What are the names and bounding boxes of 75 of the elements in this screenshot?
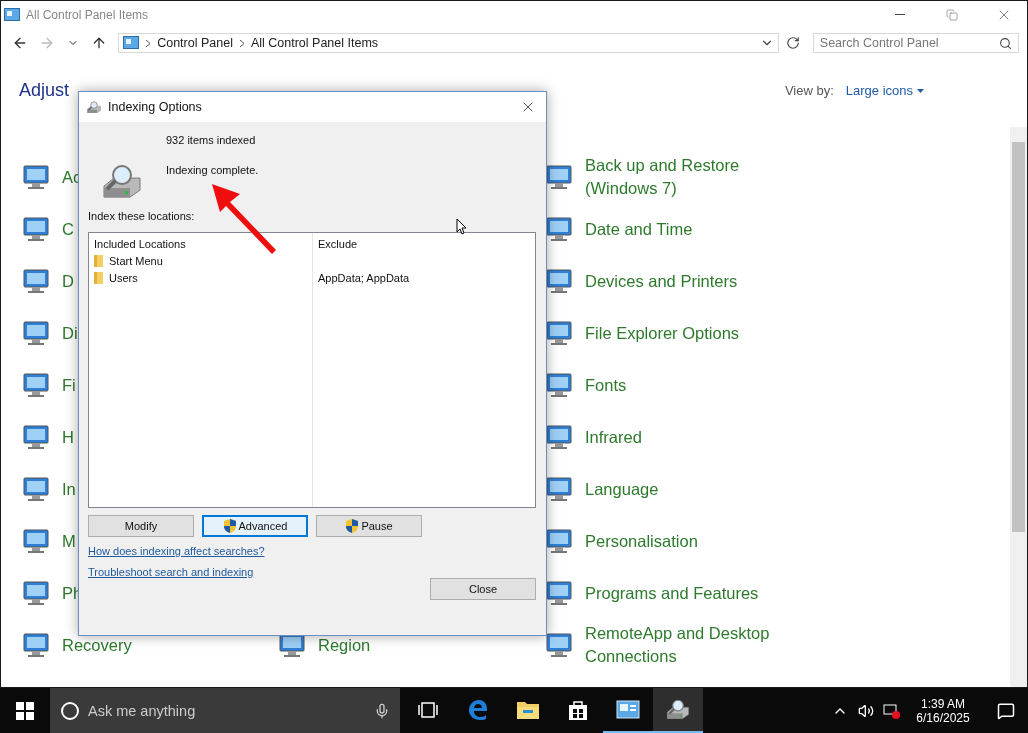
caret-icon	[917, 88, 924, 93]
folder-icon	[94, 272, 103, 284]
applet-link[interactable]: Date and Time	[585, 217, 693, 241]
task-view-icon	[418, 701, 438, 718]
applet-link[interactable]: Di	[62, 321, 78, 345]
minimize-icon	[895, 14, 905, 15]
help-link[interactable]: How does indexing affect searches?	[88, 545, 265, 557]
taskbar-search-field[interactable]: Ask me anything	[50, 688, 400, 733]
dialog-button[interactable]: Advanced	[202, 515, 308, 537]
column-header: Included Locations	[94, 238, 187, 250]
applet-link[interactable]: H	[62, 425, 74, 449]
shield-icon	[222, 518, 237, 534]
help-link[interactable]: Troubleshoot search and indexing	[88, 566, 254, 578]
window-title: All Control Panel Items	[26, 7, 150, 22]
volume-button[interactable]	[856, 702, 876, 719]
breadcrumb[interactable]: Control Panel	[157, 36, 233, 50]
column-header: Exclude	[318, 238, 359, 250]
close-dialog-button[interactable]: Close	[430, 578, 536, 600]
applet-link[interactable]: Region	[318, 633, 371, 657]
applet-link[interactable]: In	[62, 477, 76, 501]
applet-link[interactable]: Language	[585, 477, 659, 501]
view-by-dropdown[interactable]: Large icons	[845, 83, 924, 98]
control-panel-icon	[616, 699, 640, 720]
address-bar[interactable]: Control Panel All Control Panel Items	[118, 33, 779, 53]
applet-link[interactable]: Infrared	[585, 425, 642, 449]
applet-link[interactable]: D	[62, 269, 74, 293]
excluded-folders: AppData; AppData	[318, 272, 410, 284]
chevron-right-icon	[145, 38, 152, 48]
dialog-button[interactable]: Modify	[88, 515, 194, 537]
network-error-icon	[883, 702, 901, 719]
applet-link[interactable]: Fi	[62, 373, 76, 397]
folder-icon	[94, 255, 103, 267]
restore-icon	[946, 8, 958, 21]
applet-link[interactable]: Devices and Printers	[585, 269, 738, 293]
search-icon	[999, 36, 1012, 50]
shopping-bag-icon	[568, 698, 588, 721]
shield-icon	[345, 518, 360, 534]
applet-link[interactable]: M	[62, 529, 76, 553]
drive-magnifier-icon	[86, 100, 102, 114]
drive-magnifier-icon	[665, 699, 691, 720]
applet-link[interactable]: Recovery	[62, 633, 132, 657]
applet-link[interactable]: Personalisation	[585, 529, 698, 553]
locations-label: Index these locations:	[88, 210, 196, 222]
applet-link[interactable]: Programs and Features	[585, 581, 759, 605]
applet-link[interactable]: Fonts	[585, 373, 627, 397]
applet-link[interactable]: File Explorer Options	[585, 321, 740, 345]
page-heading: Adjust	[19, 80, 70, 101]
refresh-icon	[785, 36, 800, 50]
view-by-label: View by:	[784, 83, 834, 98]
indexing-status: Indexing complete.	[166, 164, 259, 176]
breadcrumb[interactable]: All Control Panel Items	[250, 36, 379, 50]
search-field[interactable]: Search Control Panel	[812, 33, 1019, 53]
scrollbar[interactable]	[1010, 127, 1027, 687]
applet-link[interactable]: RemoteApp and Desktop Connections	[585, 622, 785, 668]
control-panel-icon	[4, 7, 20, 22]
taskbar-app[interactable]	[653, 688, 703, 733]
clock[interactable]: 1:39 AM 6/16/2025	[908, 696, 978, 725]
control-panel-icon	[123, 36, 140, 50]
windows-logo-icon	[16, 701, 34, 720]
location-name: Users	[109, 272, 138, 284]
chevron-right-icon	[238, 38, 245, 48]
dialog-button[interactable]: Pause	[316, 515, 422, 537]
location-name: Start Menu	[109, 255, 163, 267]
microphone-icon[interactable]	[374, 702, 390, 719]
network-button[interactable]	[882, 702, 902, 719]
dialog-title: Indexing Options	[108, 100, 203, 114]
folder-icon	[516, 699, 540, 720]
applet-link[interactable]: Back up and Restore (Windows 7)	[585, 154, 785, 200]
items-indexed-count: 932 items indexed	[166, 134, 257, 146]
speaker-icon	[858, 702, 874, 719]
applet-link[interactable]: C	[62, 217, 74, 241]
drive-magnifier-icon	[100, 164, 144, 200]
circle-icon	[60, 700, 80, 721]
e-logo-icon	[467, 698, 489, 721]
speech-bubble-icon	[997, 701, 1015, 720]
